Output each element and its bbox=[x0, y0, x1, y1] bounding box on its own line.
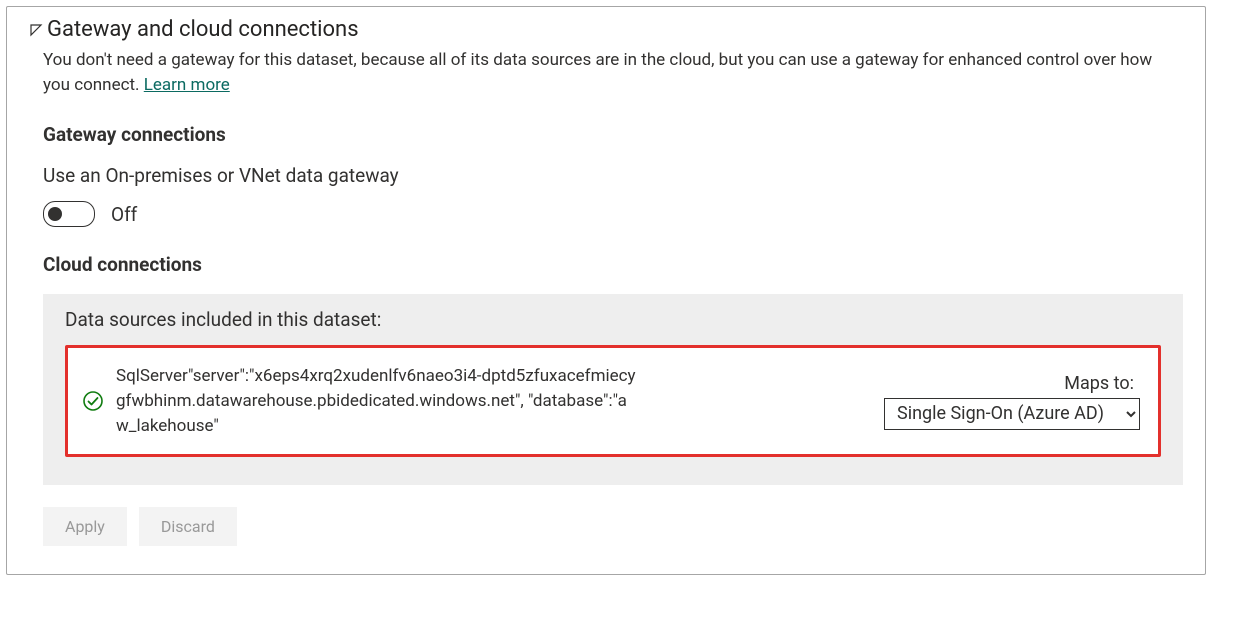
gateway-toggle-row: Off bbox=[43, 201, 1183, 227]
gateway-toggle-label: Use an On-premises or VNet data gateway bbox=[43, 164, 1183, 187]
maps-to-select[interactable]: Single Sign-On (Azure AD) bbox=[884, 398, 1140, 430]
gateway-toggle[interactable] bbox=[43, 201, 95, 227]
cloud-connections-block: Cloud connections Data sources included … bbox=[43, 253, 1183, 546]
gateway-connections-heading: Gateway connections bbox=[43, 123, 1183, 146]
discard-button[interactable]: Discard bbox=[139, 507, 237, 546]
section-title: Gateway and cloud connections bbox=[47, 17, 359, 42]
action-row: Apply Discard bbox=[43, 507, 1183, 546]
maps-to-block: Maps to: Single Sign-On (Azure AD) bbox=[880, 373, 1140, 430]
datasource-card: SqlServer"server":"x6eps4xrq2xudenlfv6na… bbox=[65, 345, 1161, 457]
section-description: You don't need a gateway for this datase… bbox=[43, 48, 1183, 97]
cloud-connections-heading: Cloud connections bbox=[43, 253, 1183, 276]
gateway-toggle-state: Off bbox=[111, 203, 137, 226]
learn-more-link[interactable]: Learn more bbox=[144, 75, 230, 95]
collapse-triangle-icon[interactable] bbox=[29, 23, 43, 37]
maps-to-label: Maps to: bbox=[1064, 373, 1134, 394]
datasource-text: SqlServer"server":"x6eps4xrq2xudenlfv6na… bbox=[116, 364, 636, 438]
gateway-connections-block: Gateway connections Use an On-premises o… bbox=[43, 123, 1183, 227]
toggle-knob-icon bbox=[48, 207, 62, 221]
apply-button[interactable]: Apply bbox=[43, 507, 127, 546]
section-header[interactable]: Gateway and cloud connections bbox=[29, 17, 1183, 42]
success-check-icon bbox=[82, 390, 104, 412]
gateway-cloud-connections-panel: Gateway and cloud connections You don't … bbox=[6, 6, 1206, 575]
datasources-title: Data sources included in this dataset: bbox=[65, 308, 1161, 331]
datasources-box: Data sources included in this dataset: S… bbox=[43, 294, 1183, 485]
